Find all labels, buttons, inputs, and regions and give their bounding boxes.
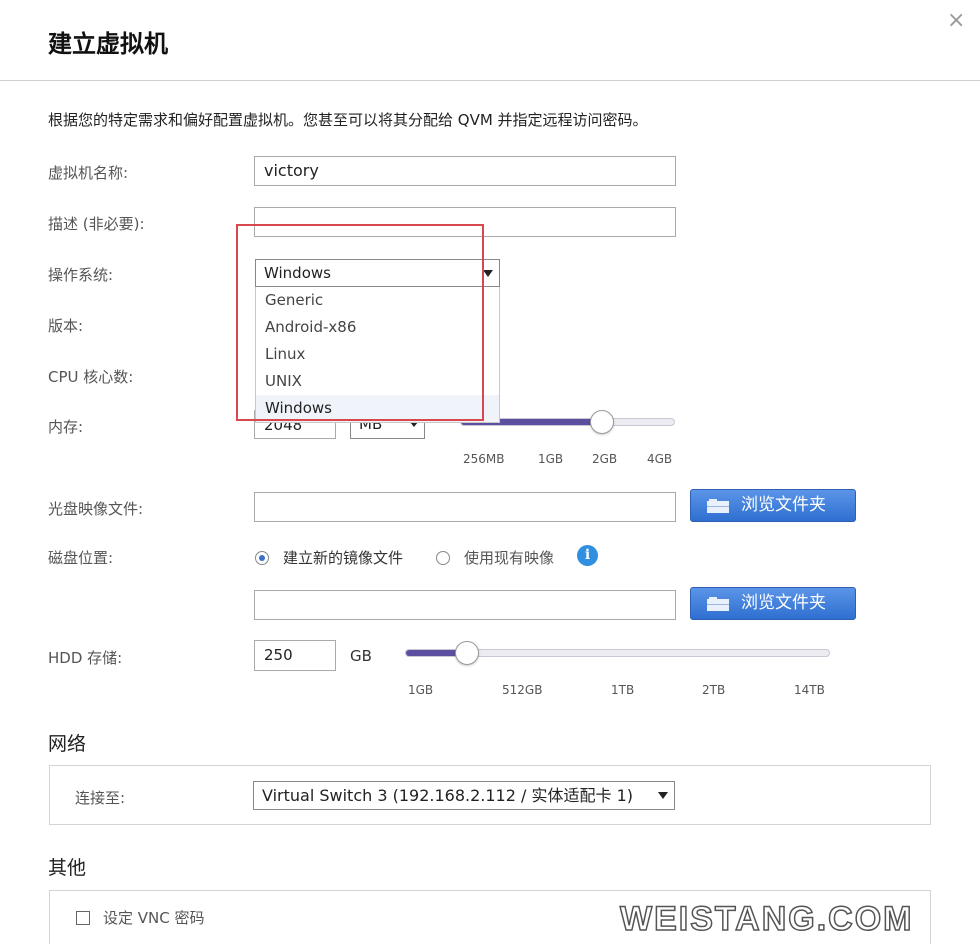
disk-location-label: 磁盘位置:: [48, 549, 114, 567]
browse-disk-button[interactable]: 浏览文件夹: [690, 587, 856, 620]
hdd-tick: 14TB: [794, 683, 825, 697]
hdd-size-input[interactable]: 250: [254, 640, 336, 671]
hdd-tick: 1GB: [408, 683, 434, 697]
vnc-password-checkbox[interactable]: [76, 911, 90, 925]
hdd-slider-handle[interactable]: [455, 641, 479, 665]
chevron-down-icon: [658, 792, 668, 799]
info-icon[interactable]: i: [577, 545, 598, 566]
network-switch-select[interactable]: Virtual Switch 3 (192.168.2.112 / 实体适配卡 …: [253, 781, 675, 810]
vnc-password-label: 设定 VNC 密码: [103, 909, 205, 927]
folder-icon: [707, 597, 729, 611]
os-option-unix[interactable]: UNIX: [256, 368, 499, 395]
folder-icon: [707, 499, 729, 513]
memory-tick: 2GB: [592, 452, 618, 466]
disk-new-label: 建立新的镜像文件: [283, 549, 404, 567]
hdd-unit: GB: [350, 647, 372, 665]
os-select-value: Windows: [264, 264, 331, 282]
hdd-tick: 1TB: [611, 683, 635, 697]
disk-existing-label: 使用现有映像: [464, 549, 555, 567]
browse-disk-label: 浏览文件夹: [741, 593, 826, 613]
version-label: 版本:: [48, 317, 84, 335]
hdd-tick: 2TB: [702, 683, 726, 697]
connect-label: 连接至:: [75, 789, 126, 807]
hdd-label: HDD 存储:: [48, 649, 123, 667]
watermark: WEISTANG.COM: [619, 899, 914, 939]
os-dropdown-list: Generic Android-x86 Linux UNIX Windows: [255, 287, 500, 423]
network-switch-value: Virtual Switch 3 (192.168.2.112 / 实体适配卡 …: [262, 786, 633, 805]
close-icon[interactable]: ×: [947, 8, 965, 33]
memory-tick: 256MB: [463, 452, 505, 466]
os-option-windows[interactable]: Windows: [256, 395, 499, 422]
browse-iso-label: 浏览文件夹: [741, 495, 826, 515]
iso-label: 光盘映像文件:: [48, 500, 144, 518]
iso-path-input[interactable]: [254, 492, 676, 522]
name-input[interactable]: victory: [254, 156, 676, 186]
disk-existing-radio[interactable]: [436, 551, 450, 565]
browse-iso-button[interactable]: 浏览文件夹: [690, 489, 856, 522]
memory-tick: 1GB: [538, 452, 564, 466]
cpu-label: CPU 核心数:: [48, 368, 134, 386]
hdd-tick: 512GB: [502, 683, 543, 697]
os-option-generic[interactable]: Generic: [256, 287, 499, 314]
description-input[interactable]: [254, 207, 676, 237]
os-option-android[interactable]: Android-x86: [256, 314, 499, 341]
os-option-linux[interactable]: Linux: [256, 341, 499, 368]
dialog-title: 建立虚拟机: [48, 30, 168, 58]
memory-tick: 4GB: [647, 452, 673, 466]
other-section-title: 其他: [48, 857, 87, 879]
os-label: 操作系统:: [48, 266, 114, 284]
memory-slider-handle[interactable]: [590, 410, 614, 434]
disk-new-radio[interactable]: [255, 551, 269, 565]
memory-label: 内存:: [48, 418, 84, 436]
intro-text: 根据您的特定需求和偏好配置虚拟机。您甚至可以将其分配给 QVM 并指定远程访问密…: [48, 111, 648, 129]
disk-path-input[interactable]: [254, 590, 676, 620]
name-label: 虚拟机名称:: [48, 164, 129, 182]
network-section-title: 网络: [48, 733, 87, 755]
chevron-down-icon: [483, 270, 493, 277]
description-label: 描述 (非必要):: [48, 215, 145, 233]
os-select[interactable]: Windows: [255, 259, 500, 287]
